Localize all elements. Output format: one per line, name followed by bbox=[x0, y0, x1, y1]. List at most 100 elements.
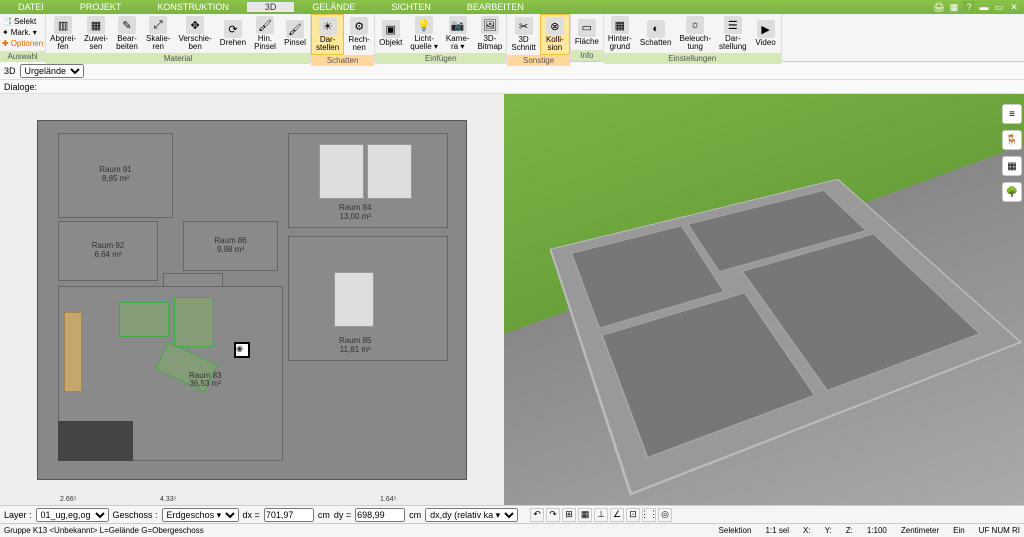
bed[interactable] bbox=[367, 144, 412, 199]
ribbon-label: Pinsel bbox=[284, 39, 306, 47]
terrace[interactable] bbox=[58, 421, 133, 461]
view3d-canvas[interactable] bbox=[504, 94, 1024, 505]
ribbon-btn-skalie--ren[interactable]: ⤢Skalie-ren bbox=[142, 14, 174, 53]
menu-konstruktion[interactable]: KONSTRUKTION bbox=[139, 2, 247, 12]
ribbon-btn-bear--beiten[interactable]: ✎Bear-beiten bbox=[112, 14, 142, 53]
menu-datei[interactable]: DATEI bbox=[0, 2, 62, 12]
ribbon-btn-dar--stellung[interactable]: ☰Dar-stellung bbox=[715, 14, 751, 53]
ribbon-group-material: ▥Abgrei-fen▦Zuwei-sen✎Bear-beiten⤢Skalie… bbox=[46, 14, 311, 61]
ribbon-btn-3d-schnitt[interactable]: ✂3DSchnitt bbox=[507, 14, 539, 55]
ribbon-btn-hinter--grund[interactable]: ▦Hinter-grund bbox=[604, 14, 636, 53]
redo-icon[interactable]: ↷ bbox=[546, 508, 560, 522]
ribbon-icon: ▦ bbox=[611, 16, 629, 34]
tool-palette-icon[interactable]: ▦ bbox=[1002, 156, 1022, 176]
bed[interactable] bbox=[334, 272, 374, 327]
building-3d[interactable] bbox=[549, 179, 1022, 496]
floorplan-canvas[interactable]: Raum 918,85 m² Raum 8413,00 m² Raum 926,… bbox=[37, 120, 467, 480]
ribbon-btn-zuwei--sen[interactable]: ▦Zuwei-sen bbox=[80, 14, 112, 53]
menu-sichten[interactable]: SICHTEN bbox=[373, 2, 449, 12]
pane-2d-floorplan[interactable]: Raum 918,85 m² Raum 8413,00 m² Raum 926,… bbox=[0, 94, 504, 505]
ribbon-btn-kolli--sion[interactable]: ⊗Kolli-sion bbox=[540, 14, 570, 55]
geschoss-select[interactable]: Erdgeschos ▾ bbox=[162, 508, 239, 522]
view-icon[interactable]: ▦ bbox=[948, 1, 960, 13]
ribbon-btn-verschie--ben[interactable]: ✥Verschie-ben bbox=[174, 14, 215, 53]
ribbon-btn-beleuch--tung[interactable]: ☼Beleuch-tung bbox=[675, 14, 715, 53]
ribbon-label: Skalie-ren bbox=[146, 35, 170, 51]
pane-3d-view[interactable]: ≡ 🪑 ▦ 🌳 bbox=[504, 94, 1024, 505]
ribbon-icon: 📷 bbox=[449, 16, 467, 34]
dots-icon[interactable]: ⋮⋮ bbox=[642, 508, 656, 522]
tool-furniture-icon[interactable]: 🪑 bbox=[1002, 130, 1022, 150]
misc-icon[interactable]: ⊡ bbox=[626, 508, 640, 522]
snap-icon[interactable]: ⊞ bbox=[562, 508, 576, 522]
minimize-icon[interactable]: ▬ bbox=[978, 1, 990, 13]
mode-select[interactable]: dx,dy (relativ ka ▾ bbox=[425, 508, 518, 522]
close-icon[interactable]: ✕ bbox=[1008, 1, 1020, 13]
ribbon-btn-schatten[interactable]: ◐Schatten bbox=[636, 14, 676, 53]
ribbon-icon: ✥ bbox=[186, 16, 204, 34]
ribbon-label: Kame-ra ▾ bbox=[446, 35, 470, 51]
tool-tree-icon[interactable]: 🌳 bbox=[1002, 182, 1022, 202]
menu-gelaende[interactable]: GELÄNDE bbox=[294, 2, 373, 12]
ribbon-label: Licht-quelle ▾ bbox=[410, 35, 438, 51]
ribbon-btn-rech--nen[interactable]: ⚙Rech-nen bbox=[344, 14, 374, 55]
dialoge-bar: Dialoge: bbox=[0, 80, 1024, 94]
layer-select[interactable]: 01_ug,eg,og bbox=[36, 508, 109, 522]
dy-unit: cm bbox=[409, 510, 421, 520]
ribbon-icon: 🖌 bbox=[286, 20, 304, 38]
help-icon[interactable]: ? bbox=[963, 1, 975, 13]
ribbon-btn-kame--ra-▾[interactable]: 📷Kame-ra ▾ bbox=[442, 14, 474, 53]
undo-icon[interactable]: ↶ bbox=[530, 508, 544, 522]
ribbon-btn-pinsel[interactable]: 🖌Pinsel bbox=[280, 14, 310, 53]
ribbon-icon: ✂ bbox=[515, 17, 533, 35]
ribbon-label: Schatten bbox=[640, 39, 672, 47]
ribbon-icon: ▥ bbox=[54, 16, 72, 34]
room-84[interactable]: Raum 8413,00 m² bbox=[288, 133, 448, 228]
ribbon-btn-objekt[interactable]: ▣Objekt bbox=[375, 14, 406, 53]
mark-button[interactable]: ✦ Mark. ▾ bbox=[2, 27, 43, 38]
dx-label: dx = bbox=[243, 510, 260, 520]
bed[interactable] bbox=[319, 144, 364, 199]
ribbon-group-auswahl: 📑 Selekt ✦ Mark. ▾ ✚ Optionen Auswahl bbox=[0, 14, 46, 61]
ribbon-btn-3d--bitmap[interactable]: 🖼3D-Bitmap bbox=[473, 14, 506, 53]
room-91[interactable]: Raum 918,85 m² bbox=[58, 133, 173, 218]
angle-icon[interactable]: ∠ bbox=[610, 508, 624, 522]
selekt-button[interactable]: 📑 Selekt bbox=[2, 16, 43, 27]
dy-input[interactable] bbox=[355, 508, 405, 522]
ortho-icon[interactable]: ⊥ bbox=[594, 508, 608, 522]
tool-layers-icon[interactable]: ≡ bbox=[1002, 104, 1022, 124]
marker-icon[interactable]: ◉ bbox=[234, 342, 250, 358]
room-86[interactable]: Raum 869,98 m² bbox=[183, 221, 278, 271]
group-label-sonstige: Sonstige bbox=[507, 55, 569, 66]
view-dropdown[interactable]: Urgelände bbox=[20, 64, 84, 78]
ribbon-icon: ▭ bbox=[578, 19, 596, 37]
status-y: Y: bbox=[825, 526, 832, 535]
ribbon-btn-fläche[interactable]: ▭Fläche bbox=[571, 14, 603, 50]
armchair[interactable] bbox=[174, 297, 214, 347]
optionen-button[interactable]: ✚ Optionen bbox=[2, 38, 43, 49]
ribbon-btn-licht--quelle-▾[interactable]: 💡Licht-quelle ▾ bbox=[406, 14, 442, 53]
ribbon-btn-video[interactable]: ▶Video bbox=[751, 14, 781, 53]
print-icon[interactable]: 🖨 bbox=[933, 1, 945, 13]
sofa[interactable] bbox=[119, 302, 169, 337]
ribbon-icon: ☀ bbox=[319, 17, 337, 35]
ribbon-icon: 🖌 bbox=[256, 16, 274, 34]
ribbon-btn-drehen[interactable]: ⟳Drehen bbox=[216, 14, 250, 53]
ribbon-label: Verschie-ben bbox=[178, 35, 211, 51]
menu-3d[interactable]: 3D bbox=[247, 2, 295, 12]
dx-input[interactable] bbox=[264, 508, 314, 522]
room-92[interactable]: Raum 926,64 m² bbox=[58, 221, 158, 281]
ribbon-btn-abgrei--fen[interactable]: ▥Abgrei-fen bbox=[46, 14, 80, 53]
target-icon[interactable]: ◎ bbox=[658, 508, 672, 522]
menu-bearbeiten[interactable]: BEARBEITEN bbox=[449, 2, 542, 12]
maximize-icon[interactable]: ▭ bbox=[993, 1, 1005, 13]
room-85[interactable]: Raum 8511,81 m² bbox=[288, 236, 448, 361]
grid-icon[interactable]: ▦ bbox=[578, 508, 592, 522]
dialoge-label: Dialoge: bbox=[4, 82, 37, 92]
ribbon-btn-dar--stellen[interactable]: ☀Dar-stellen bbox=[311, 14, 344, 55]
layer-label: Layer : bbox=[4, 510, 32, 520]
menu-projekt[interactable]: PROJEKT bbox=[62, 2, 140, 12]
kitchen-counter[interactable] bbox=[64, 312, 82, 392]
status-z: Z: bbox=[846, 526, 853, 535]
ribbon-btn-hin.-pinsel[interactable]: 🖌Hin.Pinsel bbox=[250, 14, 280, 53]
